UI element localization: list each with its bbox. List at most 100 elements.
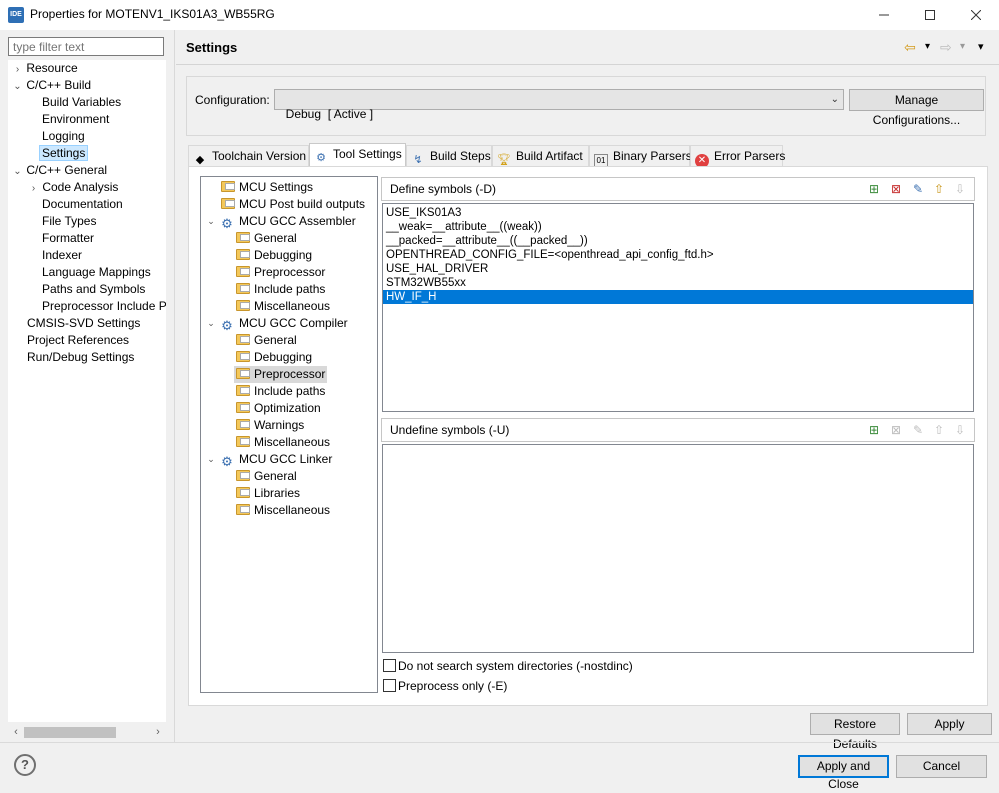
define-symbol-item[interactable]: USE_HAL_DRIVER	[383, 262, 973, 276]
nav-item-cpp-build[interactable]: ⌄ C/C++ Build	[12, 77, 91, 94]
checkbox-box[interactable]	[383, 659, 396, 672]
tool-item-mcu-gcc-linker[interactable]: ⌄ ⚙ MCU GCC Linker	[206, 451, 332, 469]
collapse-icon[interactable]: ⌄	[12, 78, 23, 95]
tool-item-mcu-gcc-assembler[interactable]: ⌄ ⚙ MCU GCC Assembler	[206, 213, 355, 231]
tool-item-compiler-preprocessor[interactable]: Preprocessor	[234, 366, 328, 383]
minimize-button[interactable]	[861, 0, 907, 30]
nav-item-paths-and-symbols[interactable]: Paths and Symbols	[42, 281, 145, 298]
cancel-button[interactable]: Cancel	[896, 755, 987, 778]
undefine-symbols-list[interactable]	[382, 444, 974, 653]
folder-icon	[236, 402, 250, 413]
nav-item-cmsis-svd-settings[interactable]: CMSIS-SVD Settings	[27, 315, 140, 332]
filter-input[interactable]	[8, 37, 164, 56]
tool-item-compiler-optimization[interactable]: Optimization	[236, 400, 321, 417]
apply-button[interactable]: Apply	[907, 713, 992, 735]
move-down-icon[interactable]: ⇩	[952, 422, 968, 438]
expand-icon[interactable]: ›	[28, 180, 39, 197]
collapse-icon[interactable]: ⌄	[206, 451, 216, 468]
tool-item-linker-libraries[interactable]: Libraries	[236, 485, 300, 502]
tool-item-compiler-debugging[interactable]: Debugging	[236, 349, 312, 366]
tool-item-linker-general[interactable]: General	[236, 468, 297, 485]
tool-item-compiler-miscellaneous[interactable]: Miscellaneous	[236, 434, 330, 451]
move-down-icon[interactable]: ⇩	[952, 181, 968, 197]
nav-item-settings[interactable]: Settings	[39, 145, 89, 162]
define-symbol-item[interactable]: STM32WB55xx	[383, 276, 973, 290]
nav-item-environment[interactable]: Environment	[42, 111, 109, 128]
tool-item-assembler-miscellaneous[interactable]: Miscellaneous	[236, 298, 330, 315]
expand-icon[interactable]: ›	[12, 61, 23, 78]
back-arrow-icon[interactable]: ⇦	[904, 38, 916, 56]
tab-binary-parsers[interactable]: 01 Binary Parsers	[589, 145, 692, 168]
tool-item-compiler-warnings[interactable]: Warnings	[236, 417, 304, 434]
tab-build-artifact[interactable]: 🏆︎ Build Artifact	[492, 145, 589, 166]
define-symbols-list[interactable]: USE_IKS01A3 __weak=__attribute__((weak))…	[382, 203, 974, 412]
nav-item-run-debug-settings[interactable]: Run/Debug Settings	[27, 349, 134, 366]
collapse-icon[interactable]: ⌄	[206, 213, 216, 230]
maximize-button[interactable]	[907, 0, 953, 30]
tab-error-parsers[interactable]: ✕ Error Parsers	[690, 145, 785, 168]
delete-icon[interactable]: ⊠	[888, 181, 904, 197]
back-menu-icon[interactable]: ▾	[925, 38, 930, 56]
nav-item-documentation[interactable]: Documentation	[42, 196, 123, 213]
tool-item-compiler-general[interactable]: General	[236, 332, 297, 349]
tab-toolchain-version[interactable]: ◆ Toolchain Version	[188, 145, 309, 166]
folder-icon	[236, 334, 250, 345]
checkbox-box[interactable]	[383, 679, 396, 692]
move-up-icon[interactable]: ⇧	[931, 422, 947, 438]
forward-menu-icon[interactable]: ▾	[960, 38, 965, 56]
preprocess-only-checkbox[interactable]: Preprocess only (-E)	[383, 679, 507, 693]
collapse-icon[interactable]: ⌄	[206, 315, 216, 332]
apply-and-close-button[interactable]: Apply and Close	[798, 755, 889, 791]
tool-item-mcu-gcc-compiler[interactable]: ⌄ ⚙ MCU GCC Compiler	[206, 315, 347, 333]
add-icon[interactable]: ⊞	[866, 181, 882, 197]
tool-item-assembler-general[interactable]: General	[236, 230, 297, 247]
define-symbol-item-selected[interactable]: HW_IF_H	[383, 290, 973, 304]
tool-item-mcu-post-build-outputs[interactable]: MCU Post build outputs	[221, 196, 365, 213]
edit-icon[interactable]: ✎	[910, 181, 926, 197]
define-symbol-item[interactable]: OPENTHREAD_CONFIG_FILE=<openthread_api_c…	[383, 248, 973, 262]
close-button[interactable]	[953, 0, 999, 30]
view-menu-icon[interactable]: ▾	[978, 38, 984, 56]
tool-item-mcu-settings[interactable]: MCU Settings	[221, 179, 313, 196]
nav-item-code-analysis[interactable]: › Code Analysis	[28, 179, 119, 197]
tool-item-compiler-include-paths[interactable]: Include paths	[236, 383, 325, 400]
nav-item-formatter[interactable]: Formatter	[42, 230, 94, 247]
nav-horizontal-scrollbar[interactable]: ‹ ›	[8, 724, 166, 741]
restore-defaults-button[interactable]: Restore Defaults	[810, 713, 900, 751]
nav-item-cpp-general[interactable]: ⌄ C/C++ General	[12, 162, 107, 179]
tab-build-steps[interactable]: ↯ Build Steps	[406, 145, 492, 166]
delete-icon[interactable]: ⊠	[888, 422, 904, 438]
nostdinc-checkbox[interactable]: Do not search system directories (-nostd…	[383, 659, 633, 673]
move-up-icon[interactable]: ⇧	[931, 181, 947, 197]
nav-item-preprocessor-include-paths[interactable]: Preprocessor Include Pat	[42, 298, 166, 315]
define-symbol-item[interactable]: __packed=__attribute__((__packed__))	[383, 234, 973, 248]
pane-divider[interactable]	[174, 30, 175, 742]
configuration-select[interactable]: Debug [ Active ] ⌄	[274, 89, 844, 121]
tool-item-assembler-include-paths[interactable]: Include paths	[236, 281, 325, 298]
nav-item-build-variables[interactable]: Build Variables	[42, 94, 121, 111]
nav-item-resource[interactable]: › Resource	[12, 60, 78, 77]
define-symbol-item[interactable]: USE_IKS01A3	[383, 206, 973, 220]
folder-icon	[236, 504, 250, 515]
add-icon[interactable]: ⊞	[866, 422, 882, 438]
manage-configurations-button[interactable]: Manage Configurations...	[849, 89, 984, 127]
nav-item-file-types[interactable]: File Types	[42, 213, 96, 230]
define-symbol-item[interactable]: __weak=__attribute__((weak))	[383, 220, 973, 234]
tab-tool-settings[interactable]: ⚙ Tool Settings	[309, 143, 406, 167]
nav-item-project-references[interactable]: Project References	[27, 332, 129, 349]
scroll-left-icon[interactable]: ‹	[8, 724, 24, 741]
nav-item-indexer[interactable]: Indexer	[42, 247, 82, 264]
edit-icon[interactable]: ✎	[910, 422, 926, 438]
nav-item-logging[interactable]: Logging	[42, 128, 85, 145]
nav-item-language-mappings[interactable]: Language Mappings	[42, 264, 151, 281]
tool-item-assembler-debugging[interactable]: Debugging	[236, 247, 312, 264]
folder-icon	[236, 487, 250, 498]
tool-item-linker-miscellaneous[interactable]: Miscellaneous	[236, 502, 330, 519]
collapse-icon[interactable]: ⌄	[12, 163, 23, 180]
scrollbar-thumb[interactable]	[24, 727, 116, 738]
tool-item-assembler-preprocessor[interactable]: Preprocessor	[236, 264, 325, 281]
title-bar: IDE Properties for MOTENV1_IKS01A3_WB55R…	[0, 0, 999, 30]
scroll-right-icon[interactable]: ›	[150, 724, 166, 741]
help-icon[interactable]: ?	[14, 754, 36, 776]
forward-arrow-icon[interactable]: ⇨	[940, 38, 952, 56]
